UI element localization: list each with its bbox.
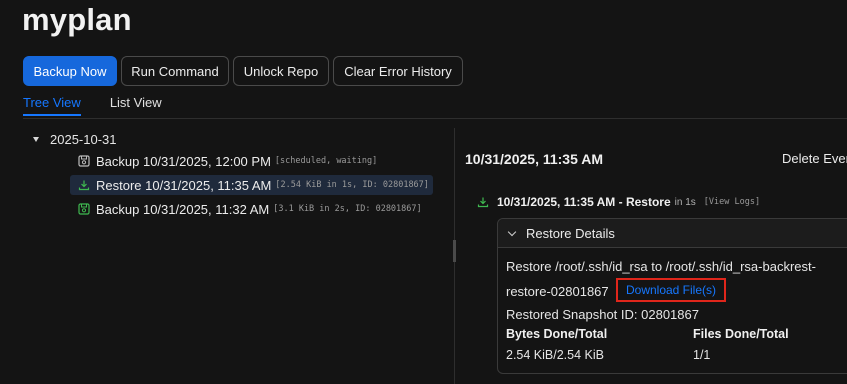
- restore-details-header[interactable]: Restore Details: [498, 219, 847, 248]
- unlock-repo-button[interactable]: Unlock Repo: [233, 56, 329, 86]
- operation-header: 10/31/2025, 11:35 AM - Restore in 1s [Vi…: [477, 195, 760, 209]
- bytes-done-value: 2.54 KiB/2.54 KiB: [506, 348, 604, 362]
- backup-now-button[interactable]: Backup Now: [23, 56, 117, 86]
- tree-item-meta: [2.54 KiB in 1s, ID: 02801867]: [275, 180, 429, 190]
- backup-pending-icon: [78, 155, 91, 168]
- download-files-link[interactable]: Download File(s): [626, 283, 716, 297]
- detail-title: 10/31/2025, 11:35 AM: [465, 151, 604, 167]
- tree-item-label: Restore 10/31/2025, 11:35 AM: [96, 177, 272, 193]
- download-highlight-box: Download File(s): [616, 278, 726, 302]
- delete-event-button[interactable]: Delete Event: [782, 151, 847, 166]
- operation-title: 10/31/2025, 11:35 AM - Restore: [497, 195, 671, 209]
- resize-handle[interactable]: [453, 240, 456, 262]
- tree-item-backup-success[interactable]: Backup 10/31/2025, 11:32 AM [3.1 KiB in …: [70, 199, 426, 219]
- restored-snapshot-id: Restored Snapshot ID: 02801867: [506, 307, 699, 322]
- view-logs-link[interactable]: [View Logs]: [704, 197, 760, 207]
- tree-item-backup-pending[interactable]: Backup 10/31/2025, 12:00 PM [scheduled, …: [70, 151, 381, 171]
- run-command-button[interactable]: Run Command: [121, 56, 229, 86]
- restore-details-panel: Restore Details Restore /root/.ssh/id_rs…: [497, 218, 847, 374]
- caret-down-icon[interactable]: [33, 136, 39, 142]
- operation-tree: 2025-10-31 Backup 10/31/2025, 12:00 PM […: [23, 128, 453, 217]
- tree-group-label: 2025-10-31: [50, 131, 117, 147]
- clear-error-history-button[interactable]: Clear Error History: [333, 56, 463, 86]
- restore-path-text-cont: restore-02801867: [506, 284, 609, 299]
- chevron-down-icon: [507, 227, 517, 236]
- plan-title: myplan: [22, 2, 132, 37]
- tree-item-meta: [scheduled, waiting]: [274, 156, 378, 166]
- download-icon: [78, 179, 91, 192]
- toolbar: Backup Now Run Command Unlock Repo Clear…: [23, 56, 463, 86]
- restore-details-title: Restore Details: [526, 225, 615, 241]
- tree-group-date[interactable]: 2025-10-31: [23, 128, 453, 150]
- view-tabs: Tree View List View: [23, 95, 191, 116]
- files-done-header: Files Done/Total: [693, 327, 789, 341]
- backup-success-icon: [78, 203, 91, 216]
- tree-item-meta: [3.1 KiB in 2s, ID: 02801867]: [273, 204, 422, 214]
- tree-item-restore[interactable]: Restore 10/31/2025, 11:35 AM [2.54 KiB i…: [70, 175, 433, 195]
- download-icon: [477, 196, 490, 209]
- operation-duration: in 1s: [674, 196, 696, 208]
- restore-path-text: Restore /root/.ssh/id_rsa to /root/.ssh/…: [506, 259, 816, 274]
- tab-tree-view[interactable]: Tree View: [23, 95, 81, 116]
- tree-item-label: Backup 10/31/2025, 12:00 PM: [96, 153, 271, 169]
- tabs-divider: [23, 118, 847, 119]
- bytes-done-header: Bytes Done/Total: [506, 327, 608, 341]
- tab-list-view[interactable]: List View: [110, 95, 162, 116]
- app-page: myplan Backup Now Run Command Unlock Rep…: [0, 0, 847, 384]
- files-done-value: 1/1: [693, 348, 711, 362]
- tree-item-label: Backup 10/31/2025, 11:32 AM: [96, 201, 270, 217]
